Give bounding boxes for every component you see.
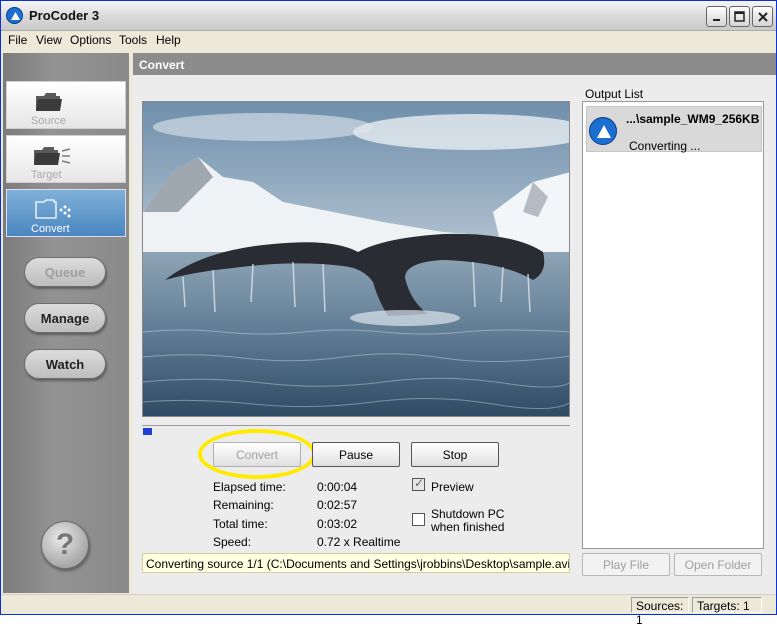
title-bar[interactable]: ProCoder 3	[1, 1, 776, 31]
shutdown-label-line1: Shutdown PC	[431, 507, 505, 521]
output-item-name: ...\sample_WM9_256KB	[626, 112, 760, 126]
speed-value: 0.72 x Realtime	[317, 535, 401, 549]
app-logo-icon	[6, 7, 23, 24]
menu-options[interactable]: Options	[70, 33, 111, 47]
nav-convert[interactable]: Convert	[6, 189, 126, 237]
video-preview	[142, 101, 570, 417]
nav-convert-label: Convert	[31, 223, 70, 235]
status-bar: Sources: 1 Targets: 1	[1, 594, 776, 627]
nav-target[interactable]: Target	[6, 135, 126, 183]
window-title: ProCoder 3	[29, 8, 100, 23]
nav-source[interactable]: Source	[6, 81, 126, 129]
folder-icon	[36, 93, 62, 111]
pause-button[interactable]: Pause	[312, 442, 400, 467]
targets-count: Targets: 1	[692, 597, 762, 613]
panel-title: Convert	[133, 53, 776, 75]
highlight-annotation	[198, 429, 316, 479]
stop-button[interactable]: Stop	[411, 442, 499, 467]
total-time-value: 0:03:02	[317, 517, 358, 531]
remaining-label: Remaining:	[213, 498, 274, 512]
preview-image	[143, 102, 569, 416]
open-folder-button[interactable]: Open Folder	[674, 553, 762, 576]
close-icon	[757, 11, 768, 22]
shutdown-checkbox[interactable]	[412, 513, 425, 526]
output-item-state: Converting ...	[629, 139, 701, 153]
maximize-icon	[734, 11, 745, 22]
progress-fill	[143, 428, 152, 435]
output-list-label: Output List	[585, 87, 644, 101]
menu-tools[interactable]: Tools	[119, 33, 147, 47]
menu-help[interactable]: Help	[156, 33, 181, 47]
app-window: ProCoder 3 File View Options Tools Help …	[0, 0, 777, 627]
close-button[interactable]	[752, 6, 773, 27]
sidebar: Source Target Convert Queue Manage Watch…	[3, 53, 129, 593]
status-message: Converting source 1/1 (C:\Documents and …	[142, 553, 570, 573]
nav-target-label: Target	[31, 169, 62, 181]
conversion-progress	[142, 423, 570, 437]
output-list[interactable]: ...\sample_WM9_256KB Converting ...	[582, 101, 764, 549]
preview-checkbox-label: Preview	[431, 480, 474, 494]
play-file-button[interactable]: Play File	[582, 553, 670, 576]
folder-arrows-icon	[34, 147, 71, 165]
elapsed-time-label: Elapsed time:	[213, 480, 286, 494]
checkmark-icon: ✓	[414, 476, 425, 490]
convert-icon	[35, 199, 71, 219]
speed-label: Speed:	[213, 535, 252, 549]
queue-button[interactable]: Queue	[24, 257, 106, 287]
help-button[interactable]: ?	[41, 521, 89, 569]
procoder-logo-icon	[589, 117, 617, 145]
sources-count: Sources: 1	[631, 597, 689, 627]
total-time-label: Total time:	[213, 517, 268, 531]
elapsed-time-value: 0:00:04	[317, 480, 358, 494]
manage-button[interactable]: Manage	[24, 303, 106, 333]
minimize-button[interactable]	[706, 6, 727, 27]
preview-checkbox[interactable]: ✓	[412, 476, 425, 491]
shutdown-label-line2: when finished	[431, 520, 505, 534]
menu-file[interactable]: File	[8, 33, 27, 47]
menu-bar: File View Options Tools Help	[1, 31, 776, 50]
watch-button[interactable]: Watch	[24, 349, 106, 379]
nav-source-label: Source	[31, 115, 66, 127]
minimize-icon	[712, 18, 720, 21]
menu-view[interactable]: View	[36, 33, 62, 47]
list-item[interactable]: ...\sample_WM9_256KB Converting ...	[586, 106, 762, 153]
remaining-value: 0:02:57	[317, 498, 358, 512]
maximize-button[interactable]	[729, 6, 750, 27]
